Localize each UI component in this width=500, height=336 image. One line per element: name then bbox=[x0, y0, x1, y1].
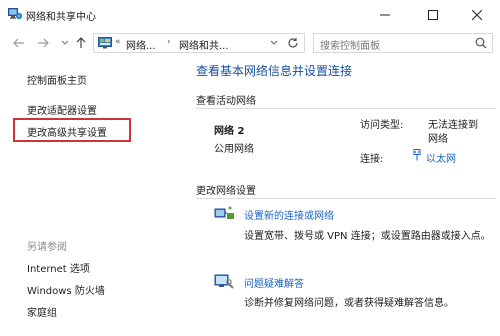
back-button[interactable] bbox=[10, 34, 28, 52]
title-bar: 网络和共享中心 bbox=[0, 0, 500, 30]
breadcrumb-item-sharing-center[interactable]: 网络和共... bbox=[179, 37, 229, 52]
close-button[interactable] bbox=[454, 0, 500, 30]
troubleshoot-icon bbox=[214, 274, 236, 290]
ethernet-link[interactable]: 以太网 bbox=[426, 150, 456, 165]
active-networks-heading: 查看活动网络 bbox=[196, 96, 256, 107]
breadcrumb-overflow[interactable]: « bbox=[115, 37, 121, 47]
change-settings-heading: 更改网络设置 bbox=[196, 186, 256, 197]
search-input[interactable]: 搜索控制面板 bbox=[313, 33, 493, 53]
forward-button[interactable] bbox=[34, 34, 52, 52]
window-title: 网络和共享中心 bbox=[26, 12, 96, 23]
sidebar-item-control-panel-home[interactable]: 控制面板主页 bbox=[27, 72, 87, 87]
chevron-down-icon bbox=[61, 40, 69, 45]
setup-new-connection-description: 设置宽带、拨号或 VPN 连接；或设置路由器或接入点。 bbox=[244, 231, 491, 242]
troubleshoot-description: 诊断并修复网络问题，或者获得疑难解答信息。 bbox=[244, 298, 454, 309]
connections-label: 连接: bbox=[360, 154, 384, 165]
maximize-icon bbox=[428, 10, 438, 20]
highlight-annotation bbox=[13, 118, 131, 142]
control-panel-icon bbox=[98, 37, 112, 49]
navigation-bar: « 网络... › 网络和共... 搜索控制面板 bbox=[0, 30, 500, 56]
access-type-label: 访问类型: bbox=[360, 120, 404, 131]
ethernet-icon bbox=[412, 149, 422, 161]
chevron-down-icon bbox=[270, 40, 278, 45]
maximize-button[interactable] bbox=[410, 0, 456, 30]
network-name: 网络 2 bbox=[214, 126, 245, 137]
arrow-up-icon bbox=[76, 37, 86, 48]
troubleshoot-link[interactable]: 问题疑难解答 bbox=[244, 275, 304, 290]
network-category[interactable]: 公用网络 bbox=[214, 140, 254, 155]
breadcrumb-item-network[interactable]: 网络... bbox=[126, 37, 156, 52]
see-also-internet-options[interactable]: Internet 选项 bbox=[27, 260, 90, 275]
page-title: 查看基本网络信息并设置连接 bbox=[196, 64, 353, 78]
see-also-homegroup[interactable]: 家庭组 bbox=[27, 304, 57, 319]
section-divider bbox=[196, 198, 496, 199]
sidebar-item-change-adapter-settings[interactable]: 更改适配器设置 bbox=[27, 102, 97, 117]
arrow-left-icon bbox=[13, 38, 24, 48]
refresh-button[interactable] bbox=[283, 33, 303, 53]
close-icon bbox=[472, 10, 482, 20]
network-center-icon bbox=[8, 8, 23, 20]
minimize-icon bbox=[380, 14, 390, 16]
arrow-right-icon bbox=[38, 38, 49, 48]
section-divider bbox=[196, 108, 496, 109]
setup-new-connection-link[interactable]: 设置新的连接或网络 bbox=[244, 207, 334, 222]
refresh-icon bbox=[288, 37, 298, 48]
breadcrumb-separator[interactable]: › bbox=[167, 37, 171, 47]
address-dropdown-button[interactable] bbox=[267, 33, 281, 53]
up-button[interactable] bbox=[72, 34, 90, 52]
minimize-button[interactable] bbox=[362, 0, 408, 30]
see-also-windows-firewall[interactable]: Windows 防火墙 bbox=[27, 282, 105, 297]
see-also-heading: 另请参阅 bbox=[27, 242, 67, 253]
access-type-value-line2: 网络 bbox=[428, 134, 448, 145]
main-content: 查看基本网络信息并设置连接 查看活动网络 网络 2 公用网络 访问类型: 无法连… bbox=[196, 56, 500, 336]
search-placeholder: 搜索控制面板 bbox=[320, 41, 380, 52]
search-icon[interactable] bbox=[475, 37, 487, 49]
new-connection-icon bbox=[214, 206, 236, 222]
sidebar: 控制面板主页 更改适配器设置 更改高级共享设置 另请参阅 Internet 选项… bbox=[0, 56, 180, 336]
access-type-value-line1: 无法连接到 bbox=[428, 120, 478, 131]
